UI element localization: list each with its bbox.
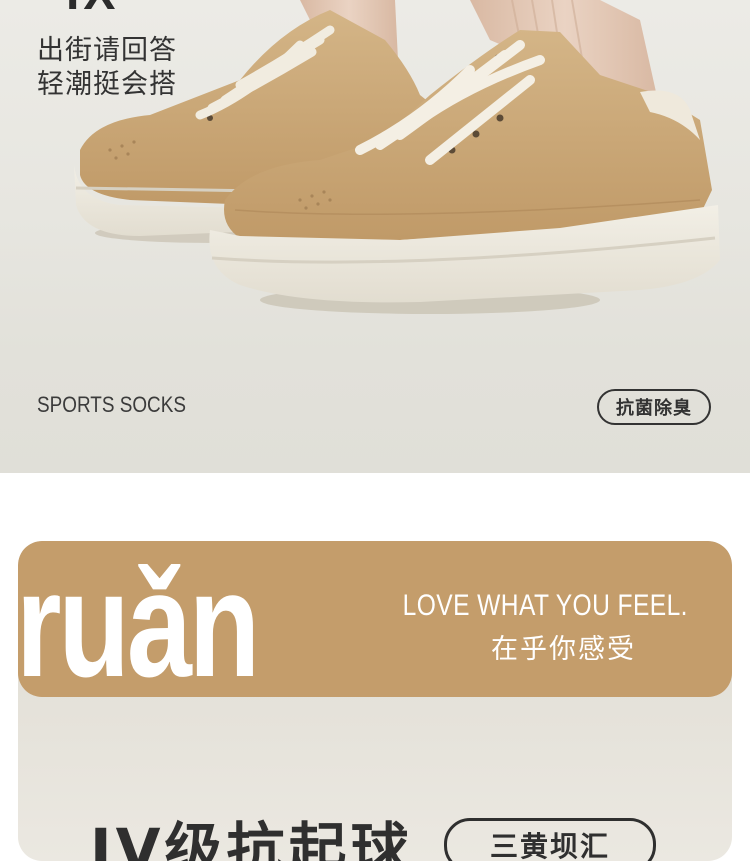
feature-badge-antibacterial: 抗菌除臭 <box>597 389 711 425</box>
slogan-chinese: 在乎你感受 <box>491 634 636 665</box>
hero-tagline-line-2: 轻潮挺会搭 <box>37 69 177 100</box>
feature-banner: ruǎn LOVE WHAT YOU FEEL. 在乎你感受 <box>18 541 732 708</box>
slogan-english: LOVE WHAT YOU FEEL. <box>402 589 688 622</box>
hero-tagline-line-1: 出街请回答 <box>37 35 177 66</box>
feature-title: IV级抗起球 <box>90 816 413 861</box>
product-hero-photo: IX <box>0 0 750 473</box>
product-category-label: SPORTS SOCKS <box>37 392 186 417</box>
feature-badge: 三黄坝汇 <box>444 818 656 861</box>
hero-tagline: 出街请回答 轻潮挺会搭 <box>37 34 177 102</box>
feature-card: ruǎn LOVE WHAT YOU FEEL. 在乎你感受 IV级抗起球 三黄… <box>18 541 732 861</box>
feature-word: ruǎn <box>18 541 260 708</box>
